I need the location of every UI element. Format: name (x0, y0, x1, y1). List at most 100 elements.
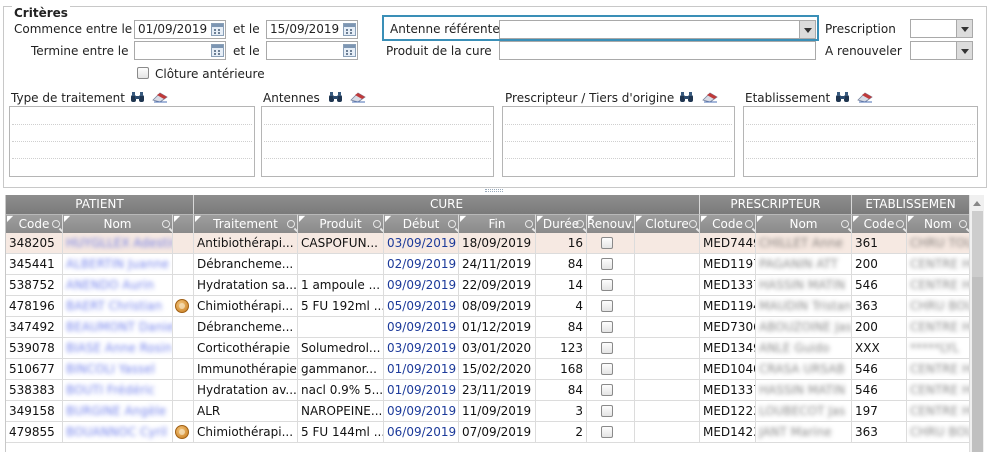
calendar-icon[interactable] (211, 23, 224, 36)
col-header-etablissement-nom[interactable]: ◤ Nom (907, 214, 969, 233)
col-header-patient-icon[interactable]: ◤ (173, 214, 194, 233)
grid-scrollbar[interactable] (969, 195, 984, 452)
table-row[interactable]: 478196 BAERT Christian Chimiothérapi... 5 F… (6, 296, 969, 317)
renouv-checkbox[interactable] (601, 426, 613, 438)
renouv-checkbox[interactable] (601, 258, 613, 270)
patient-code-cell: 345441 (6, 254, 63, 274)
patient-name-cell: BEAUMONT Daniel (63, 317, 173, 337)
renouv-cell (587, 296, 635, 316)
eraser-icon[interactable] (350, 92, 366, 103)
search-icon[interactable] (448, 220, 456, 228)
search-icon[interactable] (162, 220, 170, 228)
search-icon[interactable] (52, 220, 60, 228)
search-icon[interactable] (896, 220, 904, 228)
alert-icon[interactable] (175, 299, 189, 313)
splitter-handle[interactable] (485, 189, 503, 192)
prescripteur-list[interactable] (502, 106, 735, 177)
calendar-icon[interactable] (343, 23, 356, 36)
a-renouveler-select[interactable] (910, 41, 973, 60)
col-header-prescripteur-nom[interactable]: ◤ Nom (756, 214, 852, 233)
search-icon[interactable] (689, 220, 697, 228)
table-row[interactable]: 479855 BOUANNOC Cyril Chimiothérapi... 5 FU… (6, 422, 969, 443)
eraser-icon[interactable] (152, 92, 168, 103)
table-row[interactable]: 348205 HUYGLLEX Adestir Antibiothérapi... C… (6, 233, 969, 254)
col-header-debut[interactable]: ◤ Début (384, 214, 459, 233)
col-header-fin[interactable]: ◤ Fin (459, 214, 536, 233)
termine-to-input[interactable] (266, 41, 358, 60)
eraser-icon[interactable] (857, 92, 873, 103)
patient-name-cell: BOUANNOC Cyril (63, 422, 173, 442)
chevron-down-icon[interactable] (799, 21, 815, 38)
search-icon[interactable] (841, 220, 849, 228)
debut-cell: 01/09/2019 (384, 359, 459, 379)
traitement-cell: Immunothérapie (194, 359, 298, 379)
binoculars-icon[interactable] (328, 92, 343, 103)
chevron-down-icon[interactable] (956, 20, 972, 37)
scroll-track[interactable] (972, 277, 983, 452)
prescripteur-name-cell: MAUDIN Tristan (756, 296, 852, 316)
renouv-checkbox[interactable] (601, 384, 613, 396)
search-icon[interactable] (745, 220, 753, 228)
cloture-anterieure-checkbox[interactable] (137, 67, 149, 79)
col-header-label: Code (712, 217, 743, 231)
eraser-icon[interactable] (702, 92, 718, 103)
renouv-checkbox[interactable] (601, 321, 613, 333)
col-header-prescripteur-code[interactable]: ◤ Code (700, 214, 756, 233)
commence-from-input[interactable]: 01/09/2019 (134, 20, 226, 39)
binoculars-icon[interactable] (679, 92, 694, 103)
commence-to-input[interactable]: 15/09/2019 (266, 20, 358, 39)
col-header-duree[interactable]: ◤ Durée (536, 214, 587, 233)
table-row[interactable]: 347492 BEAUMONT Daniel Débrancheme... 09/09… (6, 317, 969, 338)
calendar-icon[interactable] (343, 44, 356, 57)
pin-icon: ◤ (853, 214, 860, 223)
renouv-checkbox[interactable] (601, 342, 613, 354)
patient-name-cell: BINCOLI Yassel (63, 359, 173, 379)
debut-cell: 05/09/2019 (384, 296, 459, 316)
binoculars-icon[interactable] (835, 92, 850, 103)
col-header-traitement[interactable]: ◤ Traitement (194, 214, 298, 233)
renouv-checkbox[interactable] (601, 405, 613, 417)
search-icon[interactable] (959, 220, 967, 228)
binoculars-icon[interactable] (130, 92, 145, 103)
table-row[interactable]: 539078 BIASE Anne Rosin Corticothérapie Sol… (6, 338, 969, 359)
produit-cell: 5 FU 144ml ... (298, 422, 384, 442)
antenne-referente-select[interactable] (499, 20, 816, 39)
etablissement-list[interactable] (743, 106, 978, 177)
prescripteur-name-cell: ABOUZOINE Jas (756, 317, 852, 337)
search-icon[interactable] (287, 220, 295, 228)
scroll-up-icon[interactable] (970, 195, 985, 211)
calendar-icon[interactable] (211, 44, 224, 57)
col-header-patient-nom[interactable]: ◤ Nom (63, 214, 173, 233)
type-traitement-list[interactable] (9, 106, 255, 177)
col-header-patient-code[interactable]: ◤ Code (6, 214, 63, 233)
col-header-renouv[interactable]: ◤ Renouv. (587, 214, 635, 233)
antennes-list[interactable] (261, 106, 494, 177)
prescripteur-code-cell: MED1194 (700, 296, 756, 316)
renouv-checkbox[interactable] (601, 279, 613, 291)
table-row[interactable]: 510677 BINCOLI Yassel Immunothérapie gamman… (6, 359, 969, 380)
col-header-produit[interactable]: ◤ Produit (298, 214, 384, 233)
chevron-down-icon[interactable] (956, 42, 972, 59)
etablissement-code-cell: 363 (852, 422, 907, 442)
renouv-checkbox[interactable] (601, 300, 613, 312)
table-row[interactable]: 345441 ALBERTIN Juanne Débrancheme... 02/09… (6, 254, 969, 275)
scroll-thumb[interactable] (972, 211, 983, 277)
col-header-cloture[interactable]: ◤ Cloture (635, 214, 700, 233)
antenne-referente-label: Antenne référente (390, 22, 500, 36)
pin-icon: ◤ (588, 214, 595, 223)
alert-icon[interactable] (175, 425, 189, 439)
col-header-etablissement-code[interactable]: ◤ Code (852, 214, 907, 233)
search-icon[interactable] (373, 220, 381, 228)
search-icon[interactable] (576, 220, 584, 228)
renouv-checkbox[interactable] (601, 237, 613, 249)
prescripteur-name-cell: PAGANIN ATT (756, 254, 852, 274)
renouv-checkbox[interactable] (601, 363, 613, 375)
search-icon[interactable] (525, 220, 533, 228)
produit-cure-input[interactable] (499, 41, 816, 60)
table-row[interactable]: 349158 BURGINE Angèle ALR NAROPEINE... 09/09… (6, 401, 969, 422)
table-row[interactable]: 538752 ANENDO Aurin Hydratation sa... 1 amp… (6, 275, 969, 296)
table-row[interactable]: 538383 BOUTI Frédéric Hydratation av... nac… (6, 380, 969, 401)
prescripteur-name-cell: ANLE Guido (756, 338, 852, 358)
termine-from-input[interactable] (134, 41, 226, 60)
prescription-select[interactable] (910, 19, 973, 38)
